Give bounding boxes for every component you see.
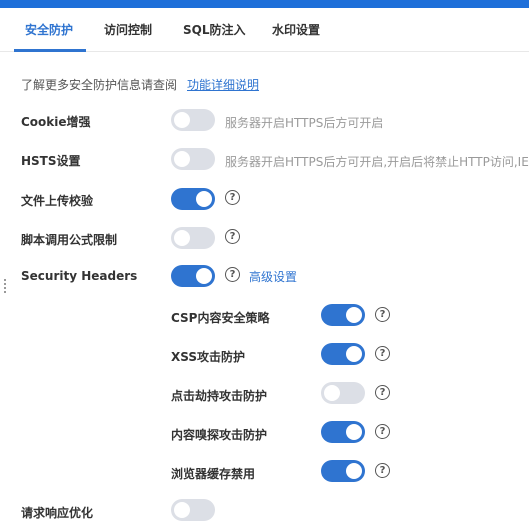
xss-label: XSS攻击防护 xyxy=(171,350,245,364)
browser-cache-label: 浏览器缓存禁用 xyxy=(171,467,256,481)
content-sniffing-label: 内容嗅探攻击防护 xyxy=(171,428,268,442)
toggle-knob xyxy=(174,502,190,518)
info-text: 了解更多安全防护信息请查阅 xyxy=(21,78,178,92)
cookie-hint: 服务器开启HTTPS后方可开启 xyxy=(225,116,384,130)
question-circle-icon[interactable]: ? xyxy=(375,385,390,400)
question-circle-icon[interactable]: ? xyxy=(225,229,240,244)
toggle-knob xyxy=(324,385,340,401)
toggle-knob xyxy=(174,112,190,128)
cookie-toggle[interactable] xyxy=(171,109,215,131)
csp-label: CSP内容安全策略 xyxy=(171,311,270,325)
toggle-knob xyxy=(346,424,362,440)
question-circle-icon[interactable]: ? xyxy=(375,307,390,322)
feature-details-link[interactable]: 功能详细说明 xyxy=(187,76,259,93)
cookie-label: Cookie增强 xyxy=(21,115,91,129)
active-tab-indicator xyxy=(14,49,86,52)
xss-toggle[interactable] xyxy=(321,343,365,365)
question-circle-icon[interactable]: ? xyxy=(375,463,390,478)
toggle-knob xyxy=(196,268,212,284)
security-headers-toggle[interactable] xyxy=(171,265,215,287)
hsts-toggle[interactable] xyxy=(171,148,215,170)
toggle-knob xyxy=(196,191,212,207)
advanced-settings-link[interactable]: 高级设置 xyxy=(249,268,297,285)
upload-check-toggle[interactable] xyxy=(171,188,215,210)
question-circle-icon[interactable]: ? xyxy=(375,424,390,439)
tab-security-protection[interactable]: 安全防护 xyxy=(25,8,73,51)
clickjacking-label: 点击劫持攻击防护 xyxy=(171,389,268,403)
security-headers-label: Security Headers xyxy=(21,269,138,283)
toggle-knob xyxy=(346,307,362,323)
upload-check-label: 文件上传校验 xyxy=(21,194,94,208)
question-circle-icon[interactable]: ? xyxy=(375,346,390,361)
toggle-knob xyxy=(174,151,190,167)
toggle-knob xyxy=(346,463,362,479)
tab-watermark[interactable]: 水印设置 xyxy=(272,8,320,51)
browser-cache-toggle[interactable] xyxy=(321,460,365,482)
tab-bar: 安全防护 访问控制 SQL防注入 水印设置 xyxy=(0,8,529,52)
clickjacking-toggle[interactable] xyxy=(321,382,365,404)
question-circle-icon[interactable]: ? xyxy=(225,190,240,205)
tab-sql-injection[interactable]: SQL防注入 xyxy=(183,8,246,51)
csp-toggle[interactable] xyxy=(321,304,365,326)
question-circle-icon[interactable]: ? xyxy=(225,267,240,282)
response-optimization-toggle[interactable] xyxy=(171,499,215,521)
tab-access-control[interactable]: 访问控制 xyxy=(104,8,152,51)
formula-limit-label: 脚本调用公式限制 xyxy=(21,233,118,247)
hsts-hint: 服务器开启HTTPS后方可开启,开启后将禁止HTTP访问,IE xyxy=(225,155,529,169)
top-accent-bar xyxy=(0,0,529,8)
panel-resize-handle[interactable] xyxy=(3,279,7,295)
content-sniffing-toggle[interactable] xyxy=(321,421,365,443)
hsts-label: HSTS设置 xyxy=(21,154,81,168)
toggle-knob xyxy=(346,346,362,362)
toggle-knob xyxy=(174,230,190,246)
response-optimization-label: 请求响应优化 xyxy=(21,506,94,520)
formula-limit-toggle[interactable] xyxy=(171,227,215,249)
